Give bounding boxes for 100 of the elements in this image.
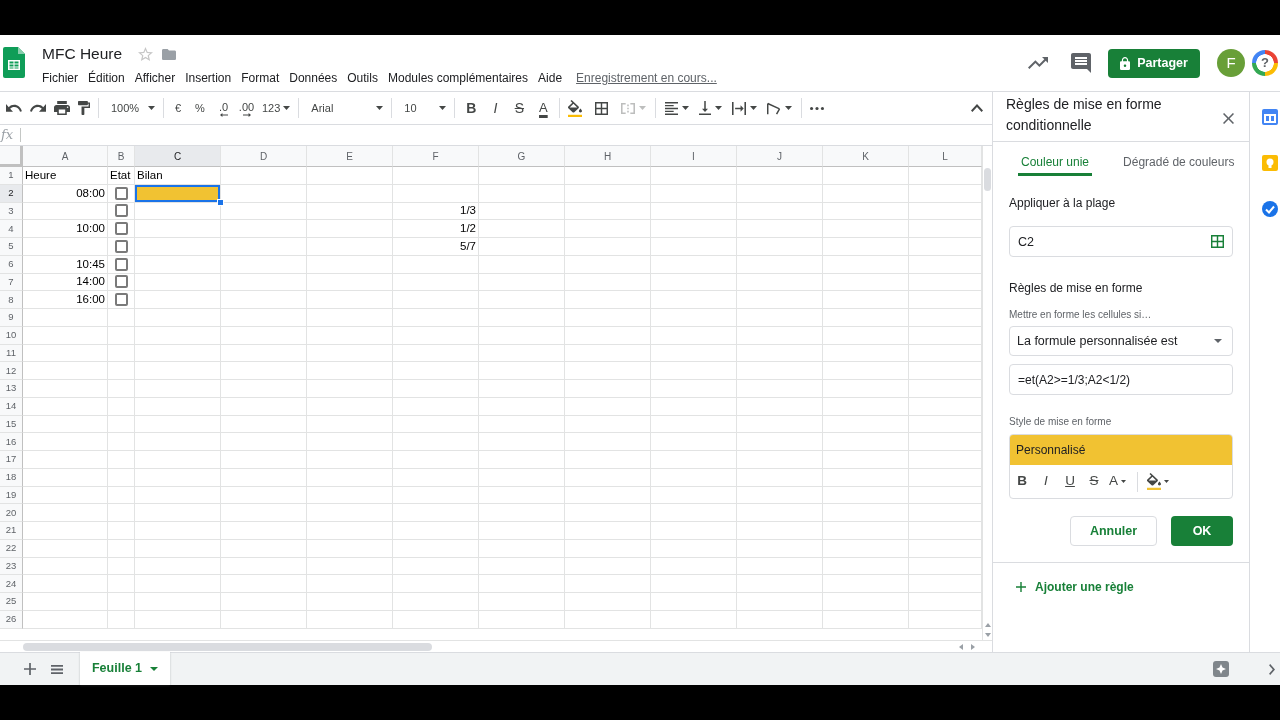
- scrollbar-thumb[interactable]: [23, 642, 432, 651]
- row-header[interactable]: 4: [0, 220, 23, 238]
- scrollbar-thumb[interactable]: [984, 168, 991, 191]
- menu-item[interactable]: Insertion: [180, 69, 237, 87]
- grid-icon[interactable]: [1211, 235, 1224, 248]
- font-dropdown[interactable]: Arial: [303, 96, 388, 120]
- menu-item[interactable]: Modules complémentaires: [382, 69, 534, 87]
- tab[interactable]: Couleur unie: [1018, 142, 1093, 176]
- row-header[interactable]: 12: [0, 362, 23, 380]
- chevron-right-icon[interactable]: [1269, 663, 1275, 675]
- tab[interactable]: Dégradé de couleurs: [1120, 142, 1238, 176]
- share-button[interactable]: Partager: [1108, 48, 1200, 78]
- document-title[interactable]: MFC Heure: [42, 44, 123, 64]
- row-header[interactable]: 17: [0, 451, 23, 469]
- range-field[interactable]: C2: [1009, 226, 1233, 257]
- calendar-icon[interactable]: [1262, 109, 1278, 125]
- check-circle-icon[interactable]: [1262, 201, 1278, 217]
- comment-icon[interactable]: [1071, 53, 1091, 73]
- star-icon[interactable]: [138, 47, 154, 61]
- checkbox[interactable]: [114, 204, 128, 218]
- row-header[interactable]: 25: [0, 593, 23, 611]
- currency-button[interactable]: €: [168, 96, 188, 120]
- strikethrough-button[interactable]: S: [1082, 469, 1106, 494]
- menu-item[interactable]: Édition: [83, 69, 130, 87]
- column-header[interactable]: B: [108, 146, 135, 167]
- column-header[interactable]: I: [651, 146, 737, 167]
- close-icon[interactable]: [1223, 113, 1234, 124]
- checkbox[interactable]: [114, 186, 128, 200]
- scroll-up-icon[interactable]: [984, 623, 991, 627]
- cancel-button[interactable]: Annuler: [1070, 516, 1157, 546]
- row-header[interactable]: 8: [0, 291, 23, 309]
- column-header[interactable]: E: [307, 146, 393, 167]
- row-header[interactable]: 13: [0, 380, 23, 398]
- borders-icon[interactable]: [595, 101, 609, 115]
- row-header[interactable]: 20: [0, 504, 23, 522]
- text-color-button[interactable]: A: [531, 96, 556, 120]
- spreadsheet-icon[interactable]: [3, 47, 25, 78]
- redo-icon[interactable]: [30, 104, 46, 112]
- zoom-dropdown[interactable]: 100%: [103, 96, 159, 120]
- number-format-dropdown[interactable]: 123: [258, 96, 295, 120]
- row-header[interactable]: 21: [0, 522, 23, 540]
- scroll-left-icon[interactable]: [959, 643, 963, 650]
- formula-field[interactable]: =et(A2>=1/3;A2<1/2): [1009, 364, 1233, 395]
- more-icon[interactable]: [810, 106, 825, 110]
- menu-item[interactable]: Fichier: [37, 69, 83, 87]
- bold-button[interactable]: B: [1010, 469, 1034, 494]
- increase-decimals-button[interactable]: .00: [235, 96, 258, 120]
- underline-button[interactable]: U: [1058, 469, 1082, 494]
- menu-item[interactable]: Format: [236, 69, 285, 87]
- column-header[interactable]: J: [737, 146, 823, 167]
- plus-icon[interactable]: [24, 663, 36, 675]
- row-header[interactable]: 9: [0, 309, 23, 327]
- strikethrough-button[interactable]: S: [507, 96, 532, 120]
- folder-icon[interactable]: [162, 48, 177, 60]
- save-status-link[interactable]: Enregistrement en cours...: [576, 69, 717, 87]
- decrease-decimals-button[interactable]: .0: [212, 96, 235, 120]
- italic-button[interactable]: I: [483, 96, 508, 120]
- paint-bucket-icon[interactable]: [568, 99, 583, 117]
- row-header[interactable]: 16: [0, 433, 23, 451]
- column-header[interactable]: F: [393, 146, 479, 167]
- paint-roller-icon[interactable]: [78, 101, 90, 115]
- fill-handle-icon[interactable]: [217, 198, 224, 206]
- ok-button[interactable]: OK: [1171, 516, 1233, 546]
- row-header[interactable]: 5: [0, 238, 23, 256]
- menu-item[interactable]: Aide: [533, 69, 568, 87]
- sparkle-icon[interactable]: [1213, 661, 1229, 677]
- percent-button[interactable]: %: [188, 96, 212, 120]
- row-header[interactable]: 1: [0, 167, 23, 185]
- scroll-right-icon[interactable]: [971, 643, 975, 650]
- undo-icon[interactable]: [6, 104, 22, 112]
- column-header[interactable]: K: [823, 146, 909, 167]
- menu-item[interactable]: Afficher: [129, 69, 181, 87]
- font-size-dropdown[interactable]: 10: [396, 96, 451, 120]
- column-header[interactable]: H: [565, 146, 651, 167]
- column-header[interactable]: L: [909, 146, 982, 167]
- column-header[interactable]: D: [221, 146, 307, 167]
- sheet-tab[interactable]: Feuille 1: [80, 652, 170, 685]
- menu-item[interactable]: Outils: [342, 69, 383, 87]
- menu-item[interactable]: Données: [284, 69, 343, 87]
- bold-button[interactable]: B: [459, 96, 484, 120]
- row-header[interactable]: 24: [0, 575, 23, 593]
- column-header[interactable]: C: [135, 146, 221, 167]
- checkbox[interactable]: [114, 222, 128, 236]
- condition-dropdown[interactable]: La formule personnalisée est: [1009, 326, 1233, 356]
- scroll-down-icon[interactable]: [984, 633, 991, 637]
- checkbox[interactable]: [114, 257, 128, 271]
- style-preview[interactable]: Personnalisé: [1010, 435, 1232, 465]
- text-color-button[interactable]: A: [1106, 469, 1129, 494]
- column-header[interactable]: A: [23, 146, 108, 167]
- trending-up-icon[interactable]: [1028, 57, 1048, 69]
- checkbox[interactable]: [114, 275, 128, 289]
- list-icon[interactable]: [51, 664, 63, 674]
- print-icon[interactable]: [54, 101, 70, 115]
- chevron-up-icon[interactable]: [971, 104, 983, 112]
- help-button[interactable]: ?: [1252, 50, 1278, 76]
- column-header[interactable]: G: [479, 146, 565, 167]
- checkbox[interactable]: [114, 293, 128, 307]
- add-rule-button[interactable]: Ajouter une règle: [1016, 578, 1134, 596]
- italic-button[interactable]: I: [1034, 469, 1058, 494]
- checkbox[interactable]: [114, 239, 128, 253]
